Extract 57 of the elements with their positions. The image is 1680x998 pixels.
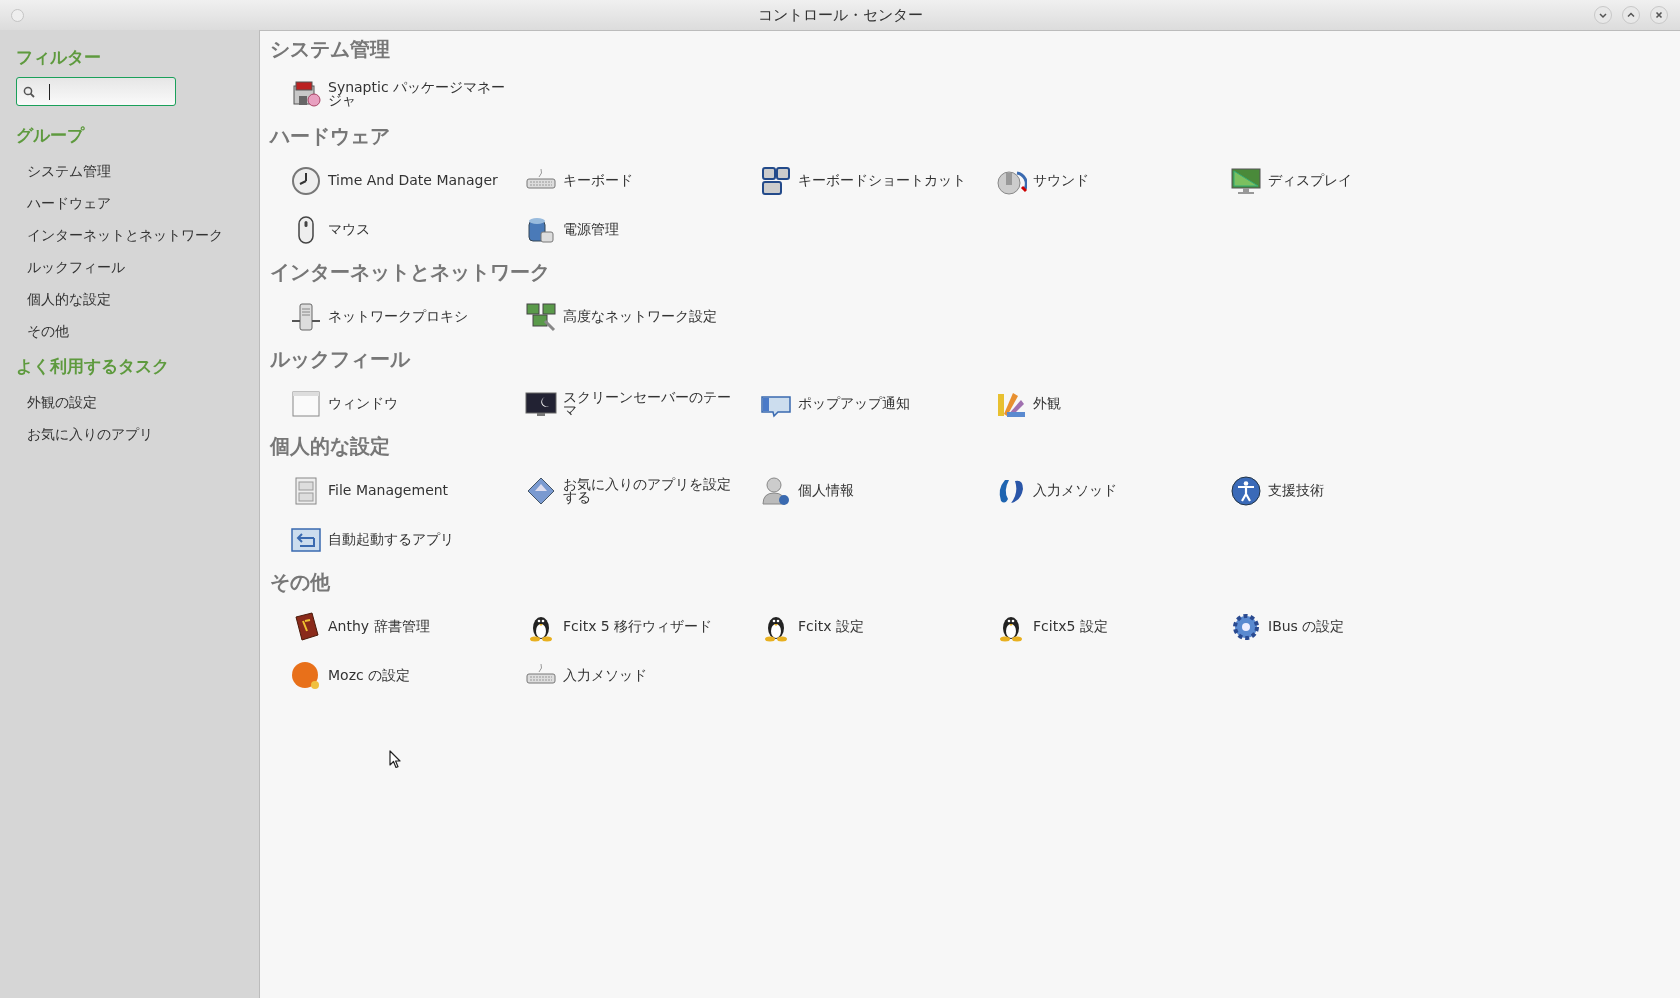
launcher-label[interactable]: 個人情報 <box>798 484 978 497</box>
launcher-label[interactable]: マウス <box>328 223 508 236</box>
sidebar-item[interactable]: インターネットとネットワーク <box>27 219 223 251</box>
launcher-label[interactable]: Anthy 辞書管理 <box>328 620 508 633</box>
tower-icon[interactable] <box>290 300 322 333</box>
launcher-label[interactable]: Fcitx5 設定 <box>1033 620 1213 633</box>
launcher-label[interactable]: ポップアップ通知 <box>798 397 978 410</box>
search-field[interactable] <box>16 77 176 106</box>
network-monitors-icon[interactable] <box>525 300 557 333</box>
window-title: コントロール・センター <box>757 5 923 25</box>
sidebar-item[interactable]: お気に入りのアプリ <box>27 418 153 450</box>
sidebar-item[interactable]: ルックフィール <box>27 251 125 283</box>
key-caps-icon[interactable] <box>760 164 792 197</box>
launcher-label[interactable]: キーボードショートカット <box>798 174 978 187</box>
sidebar-item[interactable]: システム管理 <box>27 155 111 187</box>
launcher-label[interactable]: 入力メソッド <box>563 669 743 682</box>
launcher-label[interactable]: Mozc の設定 <box>328 669 508 682</box>
round-badge-icon[interactable] <box>290 659 322 692</box>
launcher-label[interactable]: ディスプレイ <box>1268 174 1448 187</box>
launcher-label[interactable]: 自動起動するアプリ <box>328 533 508 546</box>
section-heading: インターネットとネットワーク <box>270 259 551 286</box>
launcher-label[interactable]: サウンド <box>1033 174 1213 187</box>
person-icon[interactable] <box>760 474 792 507</box>
launcher-label[interactable]: 電源管理 <box>563 223 743 236</box>
launcher-label[interactable]: ウィンドウ <box>328 397 508 410</box>
launcher-label[interactable]: Time And Date Manager <box>328 174 508 187</box>
section-heading: 個人的な設定 <box>270 433 391 460</box>
section-heading: ハードウェア <box>270 123 391 150</box>
launcher-label[interactable]: Fcitx 5 移行ウィザード <box>563 620 743 633</box>
launcher-label[interactable]: Fcitx 設定 <box>798 620 978 633</box>
sidebar-item[interactable]: ハードウェア <box>27 187 111 219</box>
launcher-label[interactable]: IBus の設定 <box>1268 620 1448 633</box>
close-button[interactable] <box>1650 6 1668 24</box>
sidebar-item[interactable]: 個人的な設定 <box>27 283 111 315</box>
clock-icon[interactable] <box>290 164 322 197</box>
mouse-pointer-icon <box>389 750 401 769</box>
section-heading: ルックフィール <box>270 346 412 373</box>
launcher-label[interactable]: Synaptic パッケージマネージャ <box>328 80 508 107</box>
section-heading: システム管理 <box>270 36 391 63</box>
launcher-label[interactable]: 高度なネットワーク設定 <box>563 310 743 323</box>
launcher-label[interactable]: 外観 <box>1033 397 1213 410</box>
launcher-label[interactable]: キーボード <box>563 174 743 187</box>
maximize-button[interactable] <box>1622 6 1640 24</box>
section-heading: その他 <box>270 569 331 596</box>
launcher-label[interactable]: 入力メソッド <box>1033 484 1213 497</box>
accessibility-icon[interactable] <box>1230 474 1262 507</box>
sidebar-item[interactable]: その他 <box>27 315 69 347</box>
groups-heading: グループ <box>16 124 84 147</box>
search-icon <box>23 85 35 98</box>
launcher-label[interactable]: スクリーンセーバーのテーマ <box>563 390 743 417</box>
launcher-label[interactable]: お気に入りのアプリを設定する <box>563 477 743 504</box>
sidebar-item[interactable]: 外観の設定 <box>27 386 97 418</box>
filter-heading: フィルター <box>16 46 101 69</box>
launcher-label[interactable]: File Management <box>328 484 508 497</box>
tasks-heading: よく利用するタスク <box>16 355 169 378</box>
launcher-label[interactable]: 支援技術 <box>1268 484 1448 497</box>
launcher-label[interactable]: ネットワークプロキシ <box>328 310 508 323</box>
